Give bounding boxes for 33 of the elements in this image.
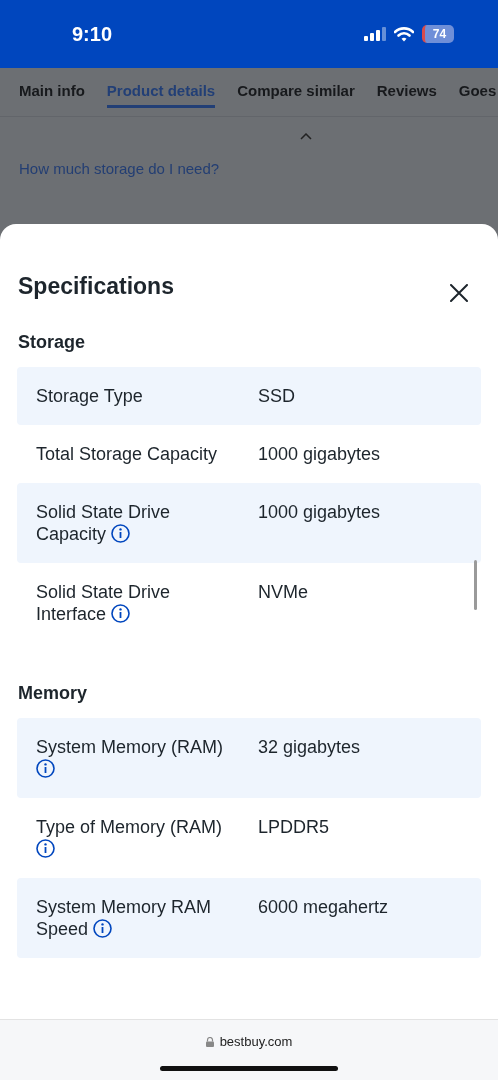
help-link[interactable]: How much storage do I need? (19, 160, 498, 177)
spec-value: NVMe (258, 581, 308, 604)
tab[interactable]: Compare similar (237, 68, 355, 108)
tab[interactable]: Goes (458, 68, 497, 108)
battery-icon: 74 (422, 25, 454, 43)
spec-value: 32 gigabytes (258, 736, 361, 759)
url-text[interactable]: bestbuy.com (219, 1034, 293, 1049)
chevron-up-icon (300, 133, 312, 140)
close-button[interactable] (450, 284, 468, 302)
spec-value: 6000 megahertz (258, 896, 389, 919)
spec-label: System Memory RAM Speed (36, 897, 212, 939)
spec-label: Storage Type (36, 386, 143, 406)
spec-label: Solid State Drive Interface (36, 582, 171, 624)
clock-time: 9:10 (72, 22, 113, 46)
spec-label: Solid State Drive Capacity (36, 502, 171, 544)
section-heading: Storage (18, 332, 87, 353)
spec-value: 1000 gigabytes (258, 443, 381, 465)
spec-label: Type of Memory (RAM) (36, 817, 223, 837)
spec-value: LPDDR5 (258, 816, 330, 839)
signal-icon (364, 27, 386, 41)
spec-label: Total Storage Capacity (36, 444, 218, 464)
spec-label: System Memory (RAM) (36, 737, 223, 757)
scrollbar (474, 560, 477, 610)
spec-value: SSD (258, 385, 295, 407)
wifi-icon (394, 26, 414, 42)
tab[interactable]: Product details (106, 68, 216, 108)
tab[interactable]: Reviews (376, 68, 437, 108)
close-icon (450, 284, 468, 302)
spec-value: 1000 gigabytes (258, 501, 381, 524)
sheet-title: Specifications (18, 272, 174, 300)
lock-icon (205, 1036, 214, 1047)
section-heading: Memory (18, 683, 89, 704)
tab[interactable]: Main info (19, 68, 85, 108)
